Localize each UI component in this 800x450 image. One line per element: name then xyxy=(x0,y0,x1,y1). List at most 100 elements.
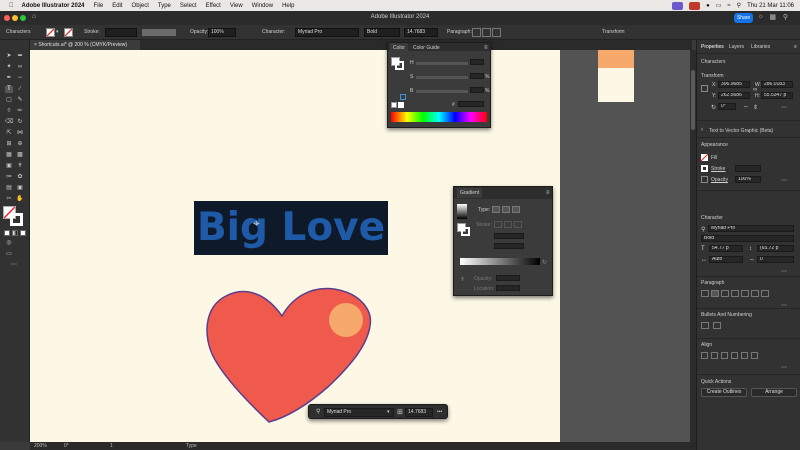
menu-window[interactable]: Window xyxy=(252,3,273,9)
orange-circle-shape[interactable] xyxy=(329,303,363,337)
menubar-datetime[interactable]: Thu 21 Mar 11:06 xyxy=(747,3,794,9)
stroke-along-icon[interactable] xyxy=(504,221,512,228)
draw-mode-icon[interactable]: ◎ xyxy=(5,240,13,247)
blend-tool-icon[interactable]: ≔ xyxy=(5,174,13,181)
scrollbar-thumb[interactable] xyxy=(691,70,695,130)
gradient-location-field[interactable] xyxy=(496,285,520,291)
context-font-size-field[interactable]: 14.7683 xyxy=(405,408,433,417)
bullets-icon[interactable] xyxy=(701,322,709,329)
linear-gradient-icon[interactable] xyxy=(492,206,500,213)
gradient-stroke-icon[interactable] xyxy=(461,227,470,236)
width-tool-icon[interactable]: ⋈ xyxy=(16,130,24,137)
lasso-icon[interactable]: ∞ xyxy=(16,64,24,71)
artboard-number[interactable]: 1 xyxy=(110,443,113,449)
s-slider[interactable] xyxy=(416,76,468,79)
text-to-vector-link[interactable]: Text to Vector Graphic (Beta) xyxy=(709,128,773,134)
menu-file[interactable]: File xyxy=(94,3,104,9)
reference-point-icon[interactable] xyxy=(701,85,708,92)
close-tab-icon[interactable]: × xyxy=(34,42,37,48)
rectangle-tool-icon[interactable]: ▢ xyxy=(5,97,13,104)
menu-help[interactable]: Help xyxy=(282,3,294,9)
s-value-field[interactable] xyxy=(470,73,484,79)
stroke-link[interactable]: Stroke xyxy=(711,166,725,172)
menu-type[interactable]: Type xyxy=(158,3,171,9)
w-field[interactable]: 286.0183 xyxy=(761,81,793,88)
para-justify-center-icon[interactable] xyxy=(741,290,749,297)
freeform-gradient-icon[interactable] xyxy=(512,206,520,213)
character-more-icon[interactable]: ⋯ xyxy=(781,268,787,275)
eyedropper-icon[interactable]: ✝ xyxy=(16,163,24,170)
gradient-thumbnail[interactable] xyxy=(457,204,467,219)
eraser-icon[interactable]: ⌫ xyxy=(5,119,13,126)
stroke-weight-field[interactable] xyxy=(735,165,761,172)
character-label[interactable]: Character: xyxy=(262,29,285,35)
big-love-text[interactable]: Big Love xyxy=(194,201,388,255)
tray-wifi-icon[interactable]: ≈ xyxy=(727,3,730,9)
appearance-fill-icon[interactable] xyxy=(701,154,708,161)
transform-label[interactable]: Transform xyxy=(602,29,625,35)
none-swatch-icon[interactable] xyxy=(391,102,397,108)
right-font-style-field[interactable]: Bold xyxy=(701,235,794,242)
right-font-family-field[interactable]: Myriad Pro xyxy=(708,225,794,232)
align-bottom-edges-icon[interactable] xyxy=(751,352,758,359)
menu-edit[interactable]: Edit xyxy=(112,3,122,9)
orange-swatch-shape[interactable] xyxy=(598,50,634,68)
magic-wand-icon[interactable]: ✦ xyxy=(5,64,13,71)
tab-layers[interactable]: Layers xyxy=(729,44,744,50)
color-stroke-swatch-icon[interactable] xyxy=(395,61,404,70)
stroke-color-icon[interactable] xyxy=(10,213,23,226)
create-outlines-button[interactable]: Create Outlines xyxy=(701,388,747,397)
opacity-field[interactable]: 100% xyxy=(208,28,236,37)
gradient-mode-icon[interactable] xyxy=(12,230,18,236)
document-tab[interactable]: × Shortcuts.ai* @ 200 % (CMYK/Preview) xyxy=(30,40,140,50)
tab-properties[interactable]: Properties xyxy=(701,44,724,50)
font-size-field[interactable]: 14.7683 xyxy=(404,28,438,37)
align-top-edges-icon[interactable] xyxy=(731,352,738,359)
panel-menu-icon[interactable]: ≡ xyxy=(484,45,488,51)
tray-search-icon[interactable]: ⚲ xyxy=(737,2,741,9)
para-align-right-icon[interactable] xyxy=(721,290,729,297)
align-center-icon[interactable] xyxy=(482,28,491,37)
align-v-centers-icon[interactable] xyxy=(741,352,748,359)
slice-tool-icon[interactable]: ✂ xyxy=(5,196,13,203)
fill-swatch-icon[interactable] xyxy=(46,28,55,37)
transform-more-icon[interactable]: ⋯ xyxy=(781,104,787,111)
zoom-level[interactable]: 200% xyxy=(34,443,47,449)
panels-icon[interactable]: ▦ xyxy=(769,13,776,21)
properties-menu-icon[interactable]: ≡ xyxy=(794,44,797,50)
screen-mode-icon[interactable]: ▭ xyxy=(5,251,13,258)
tracking-field[interactable]: 0 xyxy=(757,256,794,263)
rotation-level[interactable]: 0° xyxy=(64,443,69,449)
font-style-field[interactable]: Bold xyxy=(364,28,400,37)
reverse-gradient-icon[interactable]: ↻ xyxy=(542,259,547,266)
para-align-left-icon[interactable] xyxy=(701,290,709,297)
para-justify-right-icon[interactable] xyxy=(751,290,759,297)
shape-builder-icon[interactable]: ⊕ xyxy=(16,141,24,148)
line-tool-icon[interactable]: ∕ xyxy=(16,86,24,93)
flip-horizontal-icon[interactable]: ⇔ xyxy=(743,104,749,110)
rotate-tool-icon[interactable]: ↻ xyxy=(16,119,24,126)
gradient-tab[interactable]: Gradient xyxy=(457,188,483,198)
mesh-tool-icon[interactable]: ▩ xyxy=(16,152,24,159)
font-family-field[interactable]: Myriad Pro xyxy=(295,28,359,37)
variable-width-profile[interactable] xyxy=(142,29,176,36)
color-mode-icon[interactable] xyxy=(4,230,10,236)
white-swatch-icon[interactable] xyxy=(398,102,404,108)
menu-view[interactable]: View xyxy=(230,3,243,9)
gradient-slider[interactable] xyxy=(460,258,540,265)
appearance-opacity-field[interactable]: 100% xyxy=(735,176,761,183)
gradient-eyedropper-icon[interactable]: ✝ xyxy=(460,276,465,283)
leading-field[interactable]: (65.72 p xyxy=(757,245,794,252)
artboard-tool-icon[interactable]: ▣ xyxy=(16,185,24,192)
menu-select[interactable]: Select xyxy=(180,3,197,9)
hex-value-field[interactable] xyxy=(458,101,484,107)
context-more-icon[interactable]: ••• xyxy=(437,409,442,415)
h-value-field[interactable] xyxy=(470,59,484,65)
align-h-centers-icon[interactable] xyxy=(711,352,718,359)
align-left-edges-icon[interactable] xyxy=(701,352,708,359)
b-value-field[interactable] xyxy=(470,87,484,93)
align-right-edges-icon[interactable] xyxy=(721,352,728,359)
right-font-size-field[interactable]: 54.77 p xyxy=(709,245,743,252)
pen-tool-icon[interactable]: ✒ xyxy=(5,75,13,82)
tray-record-icon[interactable] xyxy=(689,1,701,10)
